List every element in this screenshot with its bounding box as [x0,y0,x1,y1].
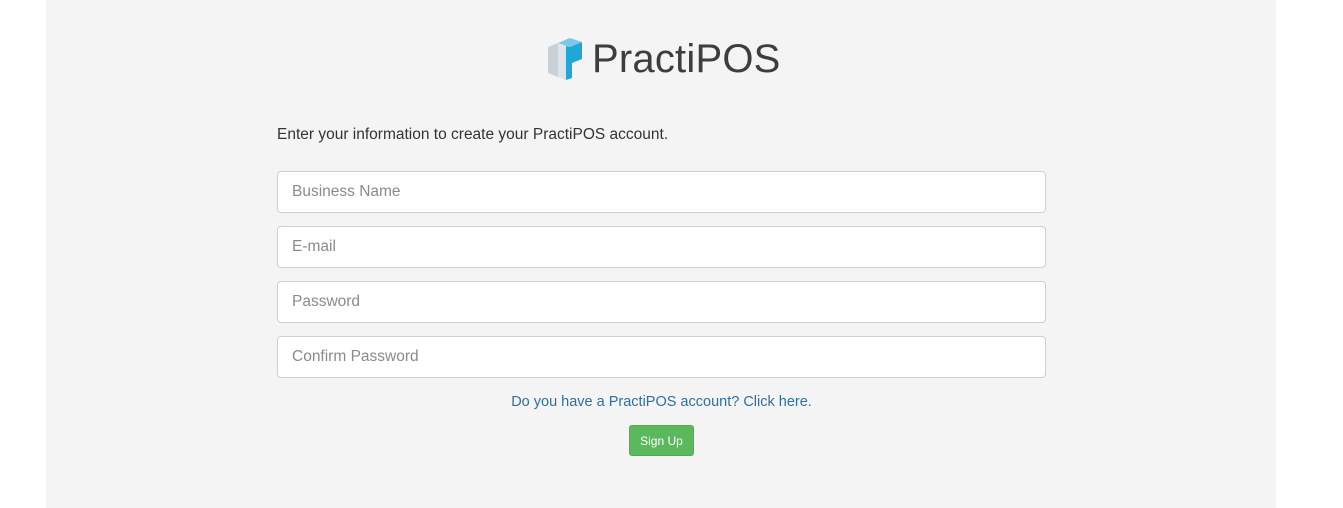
cube-p-logo-icon [548,38,582,80]
email-input[interactable] [277,226,1046,268]
business-name-input[interactable] [277,171,1046,213]
login-link[interactable]: Do you have a PractiPOS account? Click h… [0,393,1323,411]
sign-up-button[interactable]: Sign Up [629,425,694,456]
intro-text: Enter your information to create your Pr… [277,126,669,143]
confirm-password-input[interactable] [277,336,1046,378]
brand-name: PractiPOS [592,37,781,81]
brand-header: PractiPOS [546,36,781,82]
password-input[interactable] [277,281,1046,323]
